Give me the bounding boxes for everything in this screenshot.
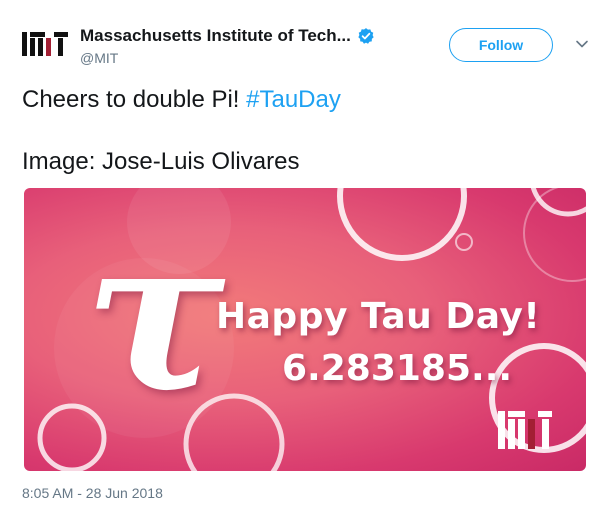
tweet-header: Massachusetts Institute of Tech... @MIT … [22, 20, 589, 68]
display-name[interactable]: Massachusetts Institute of Tech... [80, 26, 351, 46]
mit-logo-icon [498, 411, 552, 449]
tweet-media-image[interactable]: τ Happy Tau Day! 6.283185... [24, 188, 586, 471]
image-credit: Image: Jose-Luis Olivares [22, 148, 300, 175]
mit-logo-icon[interactable] [22, 32, 68, 56]
follow-button[interactable]: Follow [449, 28, 553, 62]
account-handle[interactable]: @MIT [80, 50, 375, 66]
account-names: Massachusetts Institute of Tech... @MIT [80, 26, 375, 66]
chevron-down-icon[interactable] [575, 37, 589, 51]
tweet-text-body: Cheers to double Pi! [22, 86, 247, 113]
tweet-timestamp[interactable]: 8:05 AM - 28 Jun 2018 [22, 485, 163, 501]
hashtag-link[interactable]: #TauDay [246, 86, 341, 113]
tau-glyph: τ [84, 191, 226, 438]
image-headline: Happy Tau Day! [216, 296, 541, 337]
verified-badge-icon [358, 28, 374, 44]
tweet-text: Cheers to double Pi! #TauDay [22, 85, 341, 115]
tau-value: 6.283185... [282, 348, 513, 389]
